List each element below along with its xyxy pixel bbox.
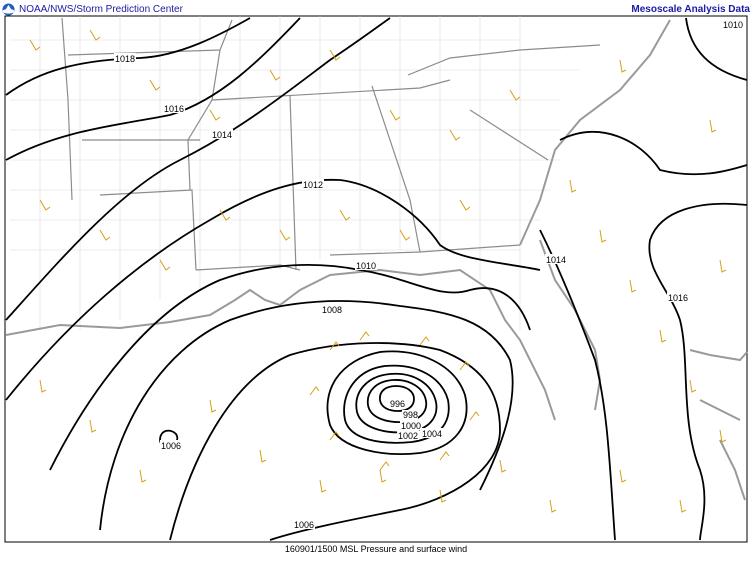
isobar-label: 1018 bbox=[115, 54, 135, 64]
isobar-label: 1006 bbox=[294, 520, 314, 530]
isobar-label: 1012 bbox=[303, 180, 323, 190]
header-product-text: Mesoscale Analysis Data bbox=[631, 3, 750, 15]
isobar-label: 1014 bbox=[212, 130, 232, 140]
isobar-label: 1010 bbox=[356, 261, 376, 271]
isobar-label: 996 bbox=[390, 399, 405, 409]
header-product: Mesoscale Analysis Data bbox=[631, 2, 750, 16]
noaa-logo-icon bbox=[2, 2, 15, 16]
header-source-text: NOAA/NWS/Storm Prediction Center bbox=[19, 3, 183, 15]
isobar-label: 998 bbox=[403, 410, 418, 420]
isobar-label: 1016 bbox=[668, 293, 688, 303]
header-source: NOAA/NWS/Storm Prediction Center bbox=[2, 2, 183, 16]
map-caption: 160901/1500 MSL Pressure and surface win… bbox=[284, 544, 468, 554]
isobar-label: 1006 bbox=[161, 441, 181, 451]
map-border bbox=[4, 15, 748, 543]
isobar-label: 1002 bbox=[398, 431, 418, 441]
isobar-label: 1008 bbox=[322, 305, 342, 315]
isobar-label: 1004 bbox=[422, 429, 442, 439]
isobar-label: 1000 bbox=[401, 421, 421, 431]
isobar-label: 1014 bbox=[546, 255, 566, 265]
isobar-label: 1016 bbox=[164, 104, 184, 114]
map-frame: 1018 1016 1014 1012 1010 1008 1006 1006 … bbox=[0, 0, 752, 566]
pressure-map: 1018 1016 1014 1012 1010 1008 1006 1006 … bbox=[4, 15, 748, 543]
isobar-label: 1010 bbox=[723, 20, 743, 30]
